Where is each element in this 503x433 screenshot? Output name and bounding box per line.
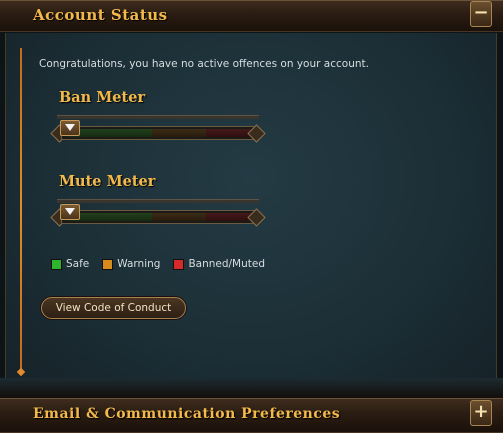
ban-meter-pointer (60, 120, 80, 136)
legend-label-safe: Safe (66, 258, 90, 270)
legend-label-warning: Warning (117, 258, 161, 270)
email-preferences-title: Email & Communication Preferences (33, 406, 341, 422)
ban-meter-rail (57, 115, 259, 119)
ban-meter-bar (61, 126, 256, 140)
panel-bottom-edge (0, 378, 503, 399)
mute-meter-bar (61, 210, 256, 224)
ban-meter (50, 115, 266, 145)
mute-meter-warning-zone (152, 213, 206, 221)
ban-meter-banned-zone (206, 129, 252, 137)
mute-meter-title: Mute Meter (59, 173, 156, 190)
account-status-title: Account Status (33, 6, 168, 24)
ban-meter-safe-zone (68, 129, 152, 137)
mute-meter-rail (57, 199, 259, 203)
warning-swatch (102, 258, 114, 270)
ban-meter-warning-zone (152, 129, 206, 137)
legend-item-warning: Warning (102, 258, 160, 270)
ban-meter-title: Ban Meter (59, 89, 146, 106)
view-code-of-conduct-button[interactable]: View Code of Conduct (41, 297, 186, 319)
legend-item-banned-muted: Banned/Muted (173, 258, 265, 270)
expand-email-preferences-button[interactable]: + (470, 400, 492, 426)
legend-item-safe: Safe (51, 258, 89, 270)
legend-label-banned-muted: Banned/Muted (188, 258, 266, 270)
decorative-orange-line (20, 48, 22, 370)
collapse-account-status-button[interactable]: − (470, 1, 492, 27)
email-preferences-header[interactable]: Email & Communication Preferences + (0, 398, 503, 433)
safe-swatch (51, 258, 62, 270)
mute-meter (50, 199, 266, 229)
banned-muted-swatch (173, 258, 185, 270)
meter-legend: Safe Warning Banned/Muted (51, 258, 265, 270)
status-message: Congratulations, you have no active offe… (39, 58, 369, 70)
mute-meter-safe-zone (68, 213, 152, 221)
mute-meter-pointer (60, 204, 80, 220)
mute-meter-muted-zone (206, 213, 252, 221)
account-status-header[interactable]: Account Status − (0, 0, 503, 32)
